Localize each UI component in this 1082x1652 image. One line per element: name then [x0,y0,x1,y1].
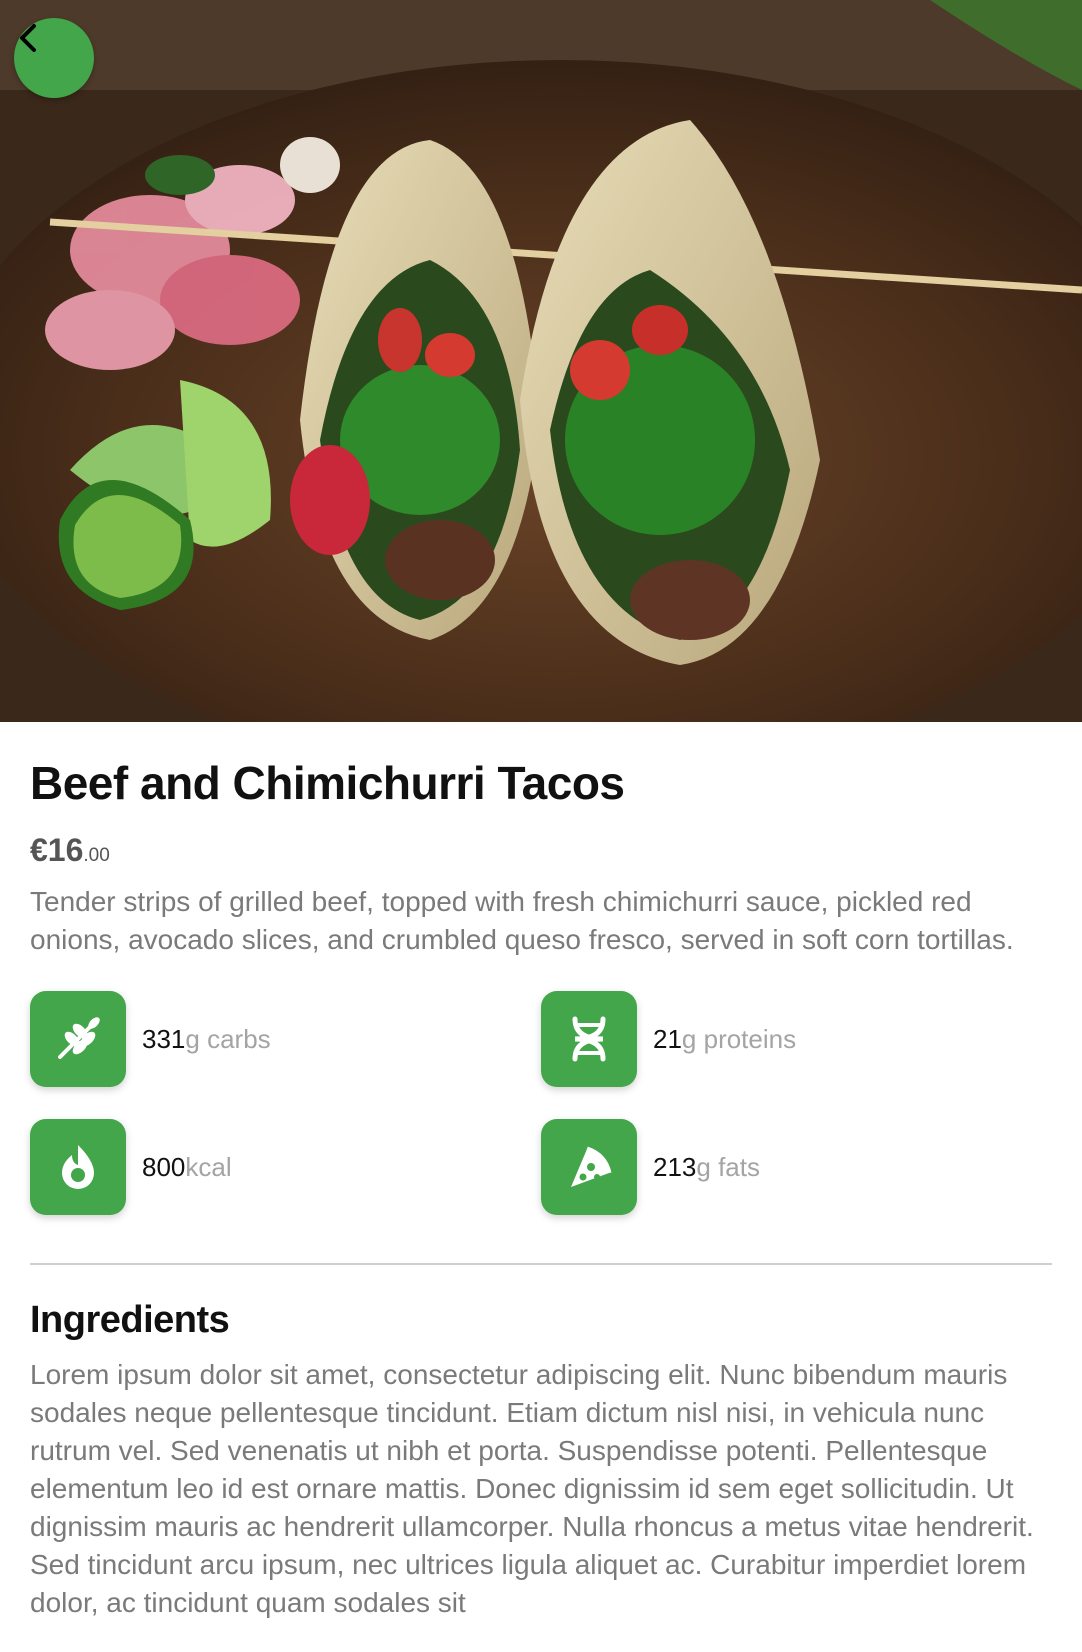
price-decimal: .00 [83,845,110,866]
product-title: Beef and Chimichurri Tacos [30,757,625,809]
product-price: €16.00 [30,832,1052,869]
tacos-photo [0,0,1082,722]
proteins-unit: g proteins [681,1023,797,1054]
product-details: Beef and Chimichurri Tacos €16.00 Tender… [30,722,1052,1622]
nutrition-carbs: 331 g carbs [30,991,271,1087]
dna-icon [541,991,637,1087]
carbs-unit: g carbs [185,1023,271,1054]
hero-image [0,0,1082,722]
kcal-value: 800 [142,1151,186,1182]
nutrition-proteins: 21 g proteins [541,991,796,1087]
pizza-slice-icon [541,1119,637,1215]
nutrition-grid: 331 g carbs 21 g proteins 800 kcal 213 g… [30,991,1052,1261]
wheat-icon [30,991,126,1087]
fats-unit: g fats [696,1151,760,1182]
product-description: Tender strips of grilled beef, topped wi… [30,886,1014,955]
price-integer: €16 [30,832,84,868]
ingredients-text: Lorem ipsum dolor sit amet, consectetur … [30,1359,1034,1618]
back-button[interactable] [14,18,94,98]
fats-value: 213 [653,1151,697,1182]
proteins-value: 21 [653,1023,682,1054]
flame-icon [30,1119,126,1215]
carbs-value: 331 [142,1023,186,1054]
nutrition-kcal: 800 kcal [30,1119,232,1215]
ingredients-heading: Ingredients [30,1299,230,1341]
chevron-left-icon [20,24,36,52]
nutrition-fats: 213 g fats [541,1119,760,1215]
section-divider [30,1263,1052,1265]
kcal-unit: kcal [185,1151,232,1182]
